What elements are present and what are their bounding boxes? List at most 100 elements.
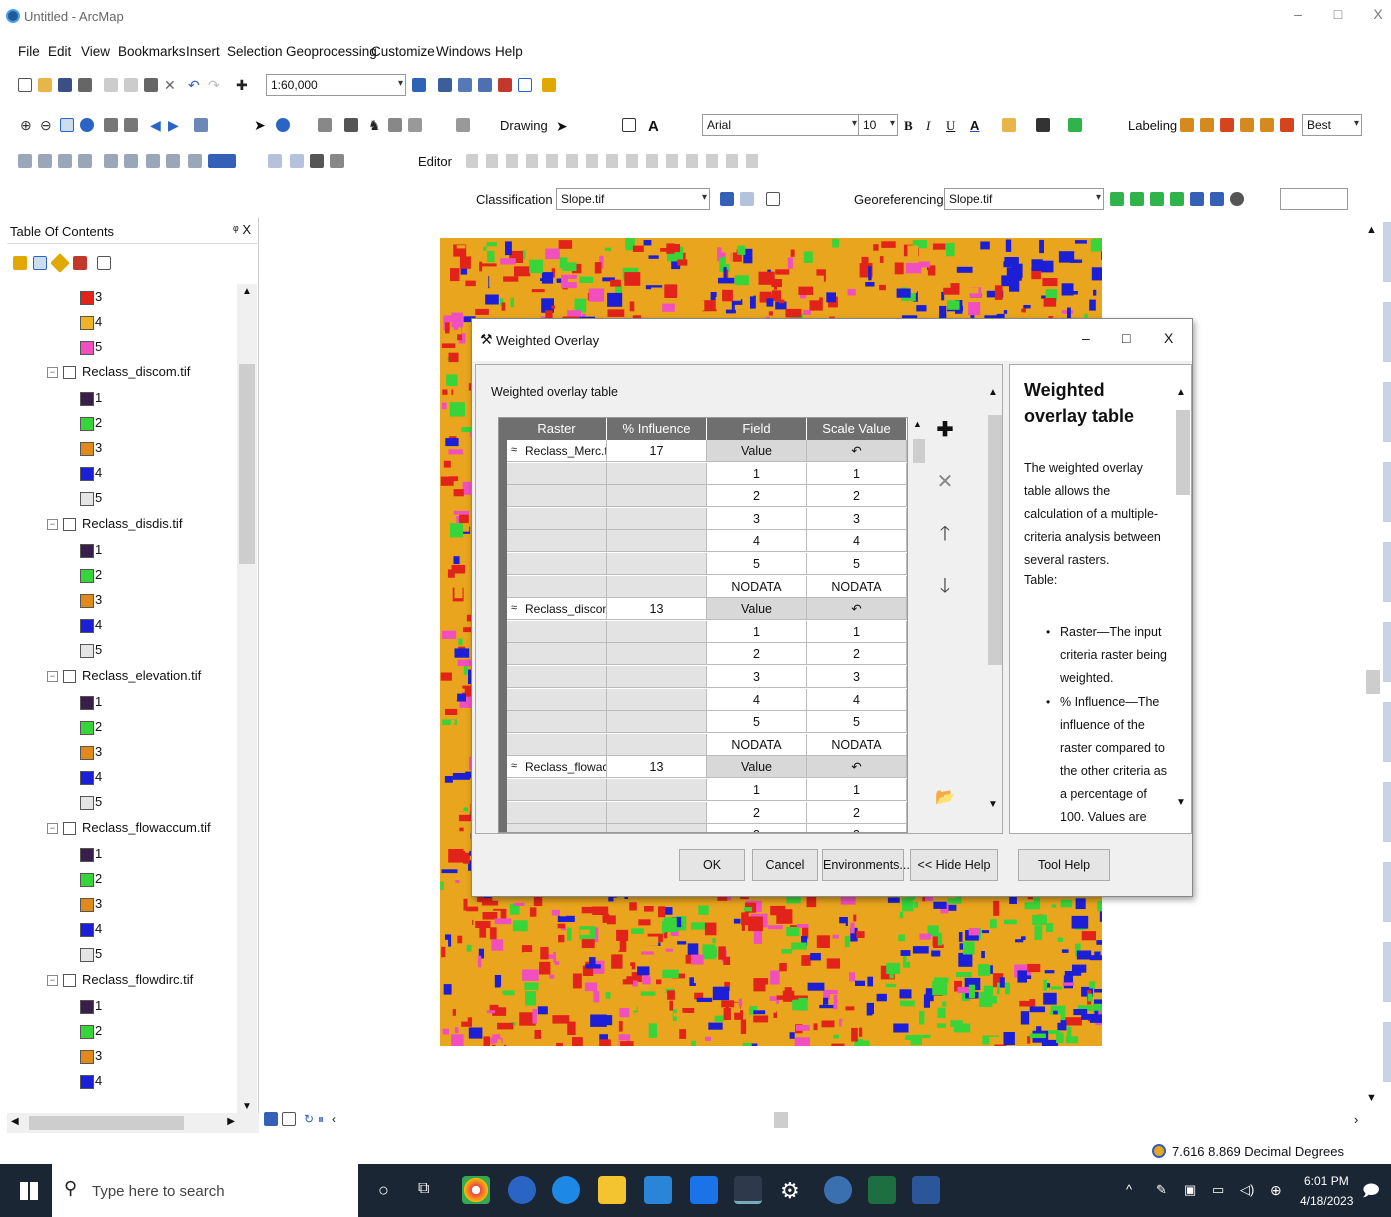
scale-value-reset-cell[interactable]: ↶ (807, 440, 907, 462)
zoom-in-icon[interactable]: ⊕ (20, 118, 34, 132)
identify-icon[interactable] (276, 118, 290, 132)
fill-color-icon[interactable] (1002, 118, 1016, 132)
collapse-icon[interactable]: − (47, 519, 58, 530)
add-control-points-icon[interactable] (1110, 192, 1124, 206)
data-view-icon[interactable] (264, 1112, 278, 1126)
label-style-combo[interactable]: Best ▾ (1302, 114, 1362, 136)
move-up-button[interactable]: 🡑 (932, 519, 958, 551)
html-popup-icon[interactable] (318, 118, 332, 132)
collapse-group-icon[interactable]: ≈ (511, 602, 517, 614)
list-by-drawing-order-icon[interactable] (13, 256, 27, 270)
scatterplot-icon[interactable] (766, 192, 780, 206)
add-raster-button[interactable]: ✚ (932, 415, 958, 447)
word-icon[interactable] (912, 1176, 940, 1204)
table-scrollbar[interactable]: ▲ (910, 417, 926, 833)
edge-icon[interactable] (552, 1176, 580, 1204)
view-unplaced-labels-icon[interactable] (1280, 118, 1294, 132)
drawing-menu[interactable]: Drawing (500, 118, 548, 133)
measure-icon[interactable] (344, 118, 358, 132)
scale-value-cell[interactable]: 3 (807, 507, 907, 530)
layer-visibility-checkbox[interactable] (63, 366, 76, 379)
scale-value-reset-cell[interactable]: ↶ (807, 756, 907, 779)
redo-icon[interactable]: ↷ (208, 78, 222, 92)
dialog-maximize-button[interactable]: □ (1122, 330, 1130, 346)
find-icon[interactable]: ♞ (368, 118, 382, 132)
clock-time[interactable]: 6:01 PM (1304, 1174, 1349, 1188)
change-layout-icon[interactable] (268, 154, 282, 168)
scale-value-cell[interactable]: 2 (807, 643, 907, 666)
show-hidden-icons-chevron-icon[interactable]: ^ (1126, 1182, 1132, 1197)
remove-raster-button[interactable]: ✕ (932, 467, 958, 499)
menu-edit[interactable]: Edit (48, 44, 71, 59)
map-scroll-down-icon[interactable]: ▼ (1366, 1092, 1377, 1104)
browser-icon[interactable] (508, 1176, 536, 1204)
layout-forward-icon[interactable] (166, 154, 180, 168)
layer-visibility-checkbox[interactable] (63, 974, 76, 987)
settings-gear-icon[interactable]: ⚙ (780, 1178, 800, 1204)
magnifier-icon[interactable] (1230, 192, 1244, 206)
find-route-icon[interactable] (388, 118, 402, 132)
label-weight-icon[interactable] (1220, 118, 1234, 132)
rectangle-icon[interactable] (622, 118, 636, 132)
options-icon[interactable] (97, 256, 111, 270)
classification-layer-combo[interactable]: Slope.tif ▾ (556, 188, 710, 210)
full-extent-icon[interactable] (80, 118, 94, 132)
editor-toolbar-icon[interactable] (412, 78, 426, 92)
undo-icon[interactable]: ↶ (188, 78, 202, 92)
scroll-thumb[interactable] (239, 364, 255, 564)
cut-icon[interactable] (104, 78, 118, 92)
layout-back-icon[interactable] (146, 154, 160, 168)
environments-button[interactable]: Environments... (822, 849, 910, 881)
pan-icon[interactable] (60, 118, 74, 132)
print-icon[interactable] (78, 78, 92, 92)
underline-button[interactable]: U (946, 118, 955, 134)
arctoolbox-icon[interactable] (498, 78, 512, 92)
layout-export-icon[interactable] (330, 154, 344, 168)
scale-value-cell[interactable]: NODATA (807, 733, 907, 756)
back-extent-icon[interactable]: ◀ (150, 118, 164, 132)
menu-bookmarks[interactable]: Bookmarks (118, 44, 186, 59)
help-scroll-up-icon[interactable]: ▲ (1176, 387, 1186, 398)
windows-start-icon[interactable] (20, 1182, 38, 1200)
reset-scale-icon[interactable]: ↶ (851, 444, 861, 458)
fixed-zoom-out-icon[interactable] (124, 118, 138, 132)
create-viewer-window-icon[interactable] (456, 118, 470, 132)
label-manager-icon[interactable] (1180, 118, 1194, 132)
layer-visibility-checkbox[interactable] (63, 670, 76, 683)
scroll-down-icon[interactable]: ▼ (242, 1101, 252, 1112)
scale-value-cell[interactable]: 2 (807, 485, 907, 508)
map-vertical-scroll-thumb[interactable] (1366, 670, 1380, 694)
pen-icon[interactable]: ✎ (1156, 1182, 1167, 1198)
help-scroll-thumb[interactable] (1176, 410, 1190, 495)
bold-button[interactable]: B (904, 118, 913, 134)
editor-menu[interactable]: Editor (418, 154, 452, 169)
raster-name-cell[interactable]: Reclass_flowaccu (507, 756, 607, 779)
table-of-contents-icon[interactable] (438, 78, 452, 92)
zoom-out-icon[interactable]: ⊖ (40, 118, 54, 132)
scroll-thumb[interactable] (29, 1116, 184, 1130)
collapse-icon[interactable]: − (47, 367, 58, 378)
file-explorer-icon[interactable] (598, 1176, 626, 1204)
load-evaluation-scale-button[interactable]: 📂 (932, 783, 958, 815)
layout-zoom-out-icon[interactable] (38, 154, 52, 168)
lock-labels-icon[interactable] (1240, 118, 1254, 132)
close-button[interactable]: X (1363, 6, 1391, 22)
cortana-icon[interactable]: ○ (378, 1180, 389, 1201)
arcgis-icon[interactable] (824, 1176, 852, 1204)
battery-icon[interactable]: ▭ (1212, 1182, 1224, 1198)
control-points-icon[interactable] (1130, 192, 1144, 206)
list-by-visibility-icon[interactable] (50, 253, 70, 273)
georeferencing-layer-combo[interactable]: Slope.tif ▾ (944, 188, 1104, 210)
hide-help-button[interactable]: << Hide Help (910, 849, 998, 881)
arcmap-taskbar-icon[interactable] (734, 1176, 762, 1204)
collapse-icon[interactable]: − (47, 671, 58, 682)
toggle-draft-icon[interactable] (188, 154, 202, 168)
forward-extent-icon[interactable]: ▶ (168, 118, 182, 132)
paste-icon[interactable] (144, 78, 158, 92)
pane-scroll-up-icon[interactable]: ▲ (988, 387, 998, 398)
pause-drawing-icon[interactable]: ⏸ (318, 1112, 332, 1126)
classification-menu[interactable]: Classification (476, 192, 553, 207)
raster-name-cell[interactable]: Reclass_discom.tif (507, 598, 607, 621)
map-scroll-right-icon[interactable]: › (1354, 1112, 1358, 1127)
layout-view-icon[interactable] (282, 1112, 296, 1126)
